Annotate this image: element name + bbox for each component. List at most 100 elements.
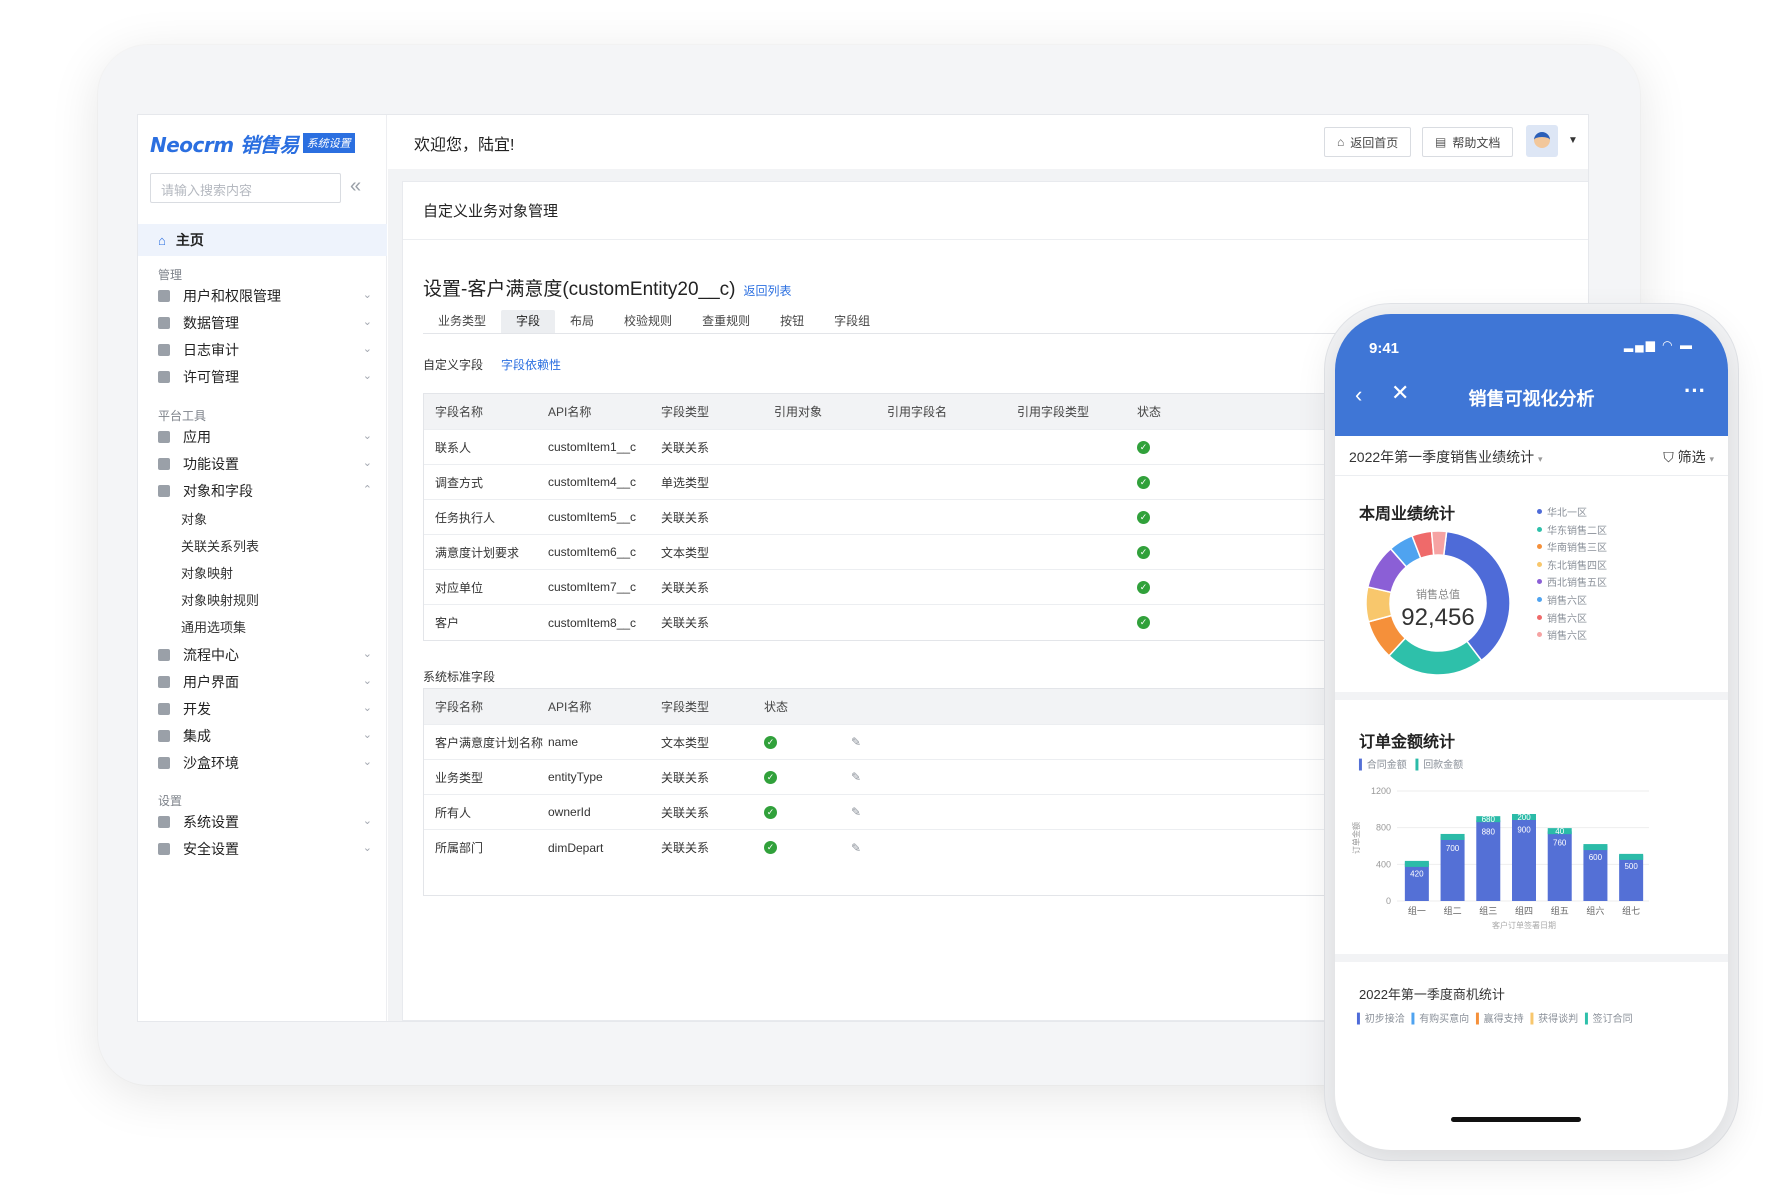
- sidebar-item-label: 沙盒环境: [183, 755, 239, 771]
- chevron-down-icon: ⌄: [362, 430, 372, 442]
- sliders-icon: [158, 458, 170, 470]
- edit-icon[interactable]: ✎: [851, 795, 861, 829]
- collapse-sidebar-icon[interactable]: «: [350, 175, 361, 198]
- tab-layout[interactable]: 布局: [555, 310, 609, 333]
- sidebar-subitem[interactable]: 对象: [181, 509, 207, 528]
- lock-icon: [158, 371, 170, 383]
- code-icon: [158, 703, 170, 715]
- card-title: 自定义业务对象管理: [403, 182, 1588, 240]
- sidebar-item-features[interactable]: 功能设置 ⌄: [158, 453, 372, 475]
- bar-top[interactable]: [1619, 853, 1644, 860]
- document-icon: ▤: [1435, 135, 1447, 149]
- legend-dot: [1537, 597, 1542, 602]
- sidebar-item-home[interactable]: ⌂ 主页: [138, 224, 387, 256]
- sidebar-subitem[interactable]: 关联关系列表: [181, 536, 259, 555]
- cell-api: name: [548, 735, 579, 749]
- sidebar-item-user-permission[interactable]: 用户和权限管理 ⌄: [158, 285, 372, 307]
- tab-field-groups[interactable]: 字段组: [819, 310, 885, 333]
- sidebar-item-process[interactable]: 流程中心 ⌄: [158, 644, 372, 666]
- cell-name: 所属部门: [435, 841, 484, 855]
- users-icon: [158, 290, 170, 302]
- edit-icon[interactable]: ✎: [851, 725, 861, 759]
- nav-group-tools: 平台工具: [158, 409, 207, 423]
- sidebar-item-security[interactable]: 安全设置 ⌄: [158, 838, 372, 860]
- legend-swatch: ▍: [1584, 1014, 1593, 1025]
- sidebar-subitem[interactable]: 对象映射规则: [181, 590, 259, 609]
- sidebar-subitem[interactable]: 对象映射: [181, 563, 233, 582]
- sidebar-item-integration[interactable]: 集成 ⌄: [158, 725, 372, 747]
- back-to-list-link[interactable]: 返回列表: [744, 284, 792, 298]
- more-icon[interactable]: ···: [1684, 378, 1706, 404]
- home-indicator: [1451, 1117, 1581, 1122]
- legend-item: 西北销售五区: [1537, 574, 1607, 589]
- bar-main[interactable]: [1404, 862, 1429, 902]
- logo[interactable]: Neocrm 销售易 系统设置: [150, 129, 355, 157]
- sidebar-item-label: 安全设置: [183, 841, 239, 857]
- donut-slice[interactable]: [1387, 637, 1483, 676]
- subtab-custom-fields[interactable]: 自定义字段: [423, 358, 483, 372]
- sidebar-item-dev[interactable]: 开发 ⌄: [158, 698, 372, 720]
- logo-badge: 系统设置: [302, 133, 355, 153]
- chevron-down-icon: ⌄: [362, 370, 372, 382]
- status-enabled-icon: ✓: [1137, 535, 1150, 569]
- home-button[interactable]: ⌂ 返回首页: [1324, 127, 1412, 157]
- col-header: 引用字段名: [887, 405, 948, 419]
- sidebar-item-objects-fields[interactable]: 对象和字段 ⌃: [158, 480, 372, 502]
- avatar[interactable]: [1526, 125, 1558, 157]
- sidebar-item-ui[interactable]: 用户界面 ⌄: [158, 671, 372, 693]
- page-title: 设置-客户满意度(customEntity20__c) 返回列表: [423, 274, 792, 301]
- help-docs-button[interactable]: ▤ 帮助文档: [1422, 127, 1514, 157]
- period-select[interactable]: 2022年第一季度销售业绩统计 ▾: [1349, 447, 1543, 467]
- col-header: 字段类型: [661, 405, 710, 419]
- bar-top[interactable]: [1583, 844, 1608, 851]
- tab-buttons[interactable]: 按钮: [765, 310, 819, 333]
- bar-top[interactable]: [1404, 860, 1429, 867]
- bar-chart: 订单金额 0 400 800 1200 420 组一 700 组二 880 680 组三 900 200 组…: [1351, 786, 1649, 930]
- donut-slice[interactable]: [1430, 530, 1448, 557]
- tab-dedupe[interactable]: 查重规则: [687, 310, 765, 333]
- chevron-down-icon: ⌄: [362, 457, 372, 469]
- tab-fields[interactable]: 字段: [501, 310, 556, 333]
- legend-swatch: ▍: [1475, 1014, 1484, 1025]
- edit-icon[interactable]: ✎: [851, 760, 861, 794]
- edit-icon[interactable]: ✎: [851, 830, 861, 865]
- section-title-orders: 订单金额统计: [1359, 734, 1456, 751]
- sidebar-item-audit[interactable]: 日志审计 ⌄: [158, 339, 372, 361]
- sidebar-item-data[interactable]: 数据管理 ⌄: [158, 312, 372, 334]
- tab-validation[interactable]: 校验规则: [609, 310, 687, 333]
- chevron-down-icon: ⌄: [362, 815, 372, 827]
- sidebar-item-label: 主页: [175, 232, 204, 248]
- sidebar-item-label: 用户界面: [183, 674, 239, 690]
- home-icon: ⌂: [1337, 135, 1345, 149]
- logo-text: Neocrm 销售易: [150, 132, 299, 157]
- sidebar-item-license[interactable]: 许可管理 ⌄: [158, 366, 372, 388]
- bar-top[interactable]: [1440, 833, 1465, 840]
- tab-business-type[interactable]: 业务类型: [423, 310, 501, 333]
- sidebar-item-system-settings[interactable]: 系统设置 ⌄: [158, 811, 372, 833]
- sidebar-item-apps[interactable]: 应用 ⌄: [158, 426, 372, 448]
- section-divider: [1335, 692, 1728, 700]
- cell-api: ownerId: [548, 805, 591, 819]
- legend-label: 销售六区: [1547, 631, 1587, 643]
- legend-label: 华北一区: [1547, 508, 1587, 519]
- bar-value-label: 420: [1410, 870, 1424, 879]
- sidebar-subitem[interactable]: 通用选项集: [181, 617, 246, 636]
- home-button-label: 返回首页: [1350, 135, 1399, 150]
- gear-icon: [158, 816, 170, 828]
- col-header: 字段名称: [435, 405, 484, 419]
- sidebar-item-sandbox[interactable]: 沙盒环境 ⌄: [158, 752, 372, 774]
- subtab-field-dependency[interactable]: 字段依赖性: [501, 358, 561, 372]
- x-tick-label: 组三: [1479, 905, 1497, 916]
- shield-icon: [158, 757, 170, 769]
- chevron-down-icon: ⌄: [362, 675, 372, 687]
- x-tick-label: 组五: [1551, 905, 1569, 916]
- search-input[interactable]: 请输入搜索内容: [150, 173, 341, 203]
- sidebar-item-label: 系统设置: [183, 814, 239, 830]
- filter-button[interactable]: ⛉ 筛选 ▾: [1663, 447, 1714, 467]
- legend-swatch: ▍: [1357, 1014, 1365, 1025]
- legend-item: 销售六区: [1537, 627, 1587, 642]
- caret-down-icon[interactable]: ▼: [1568, 135, 1578, 146]
- nav-group-settings: 设置: [158, 794, 183, 808]
- legend-label: 华东销售二区: [1547, 525, 1607, 537]
- y-tick-label: 0: [1386, 896, 1391, 906]
